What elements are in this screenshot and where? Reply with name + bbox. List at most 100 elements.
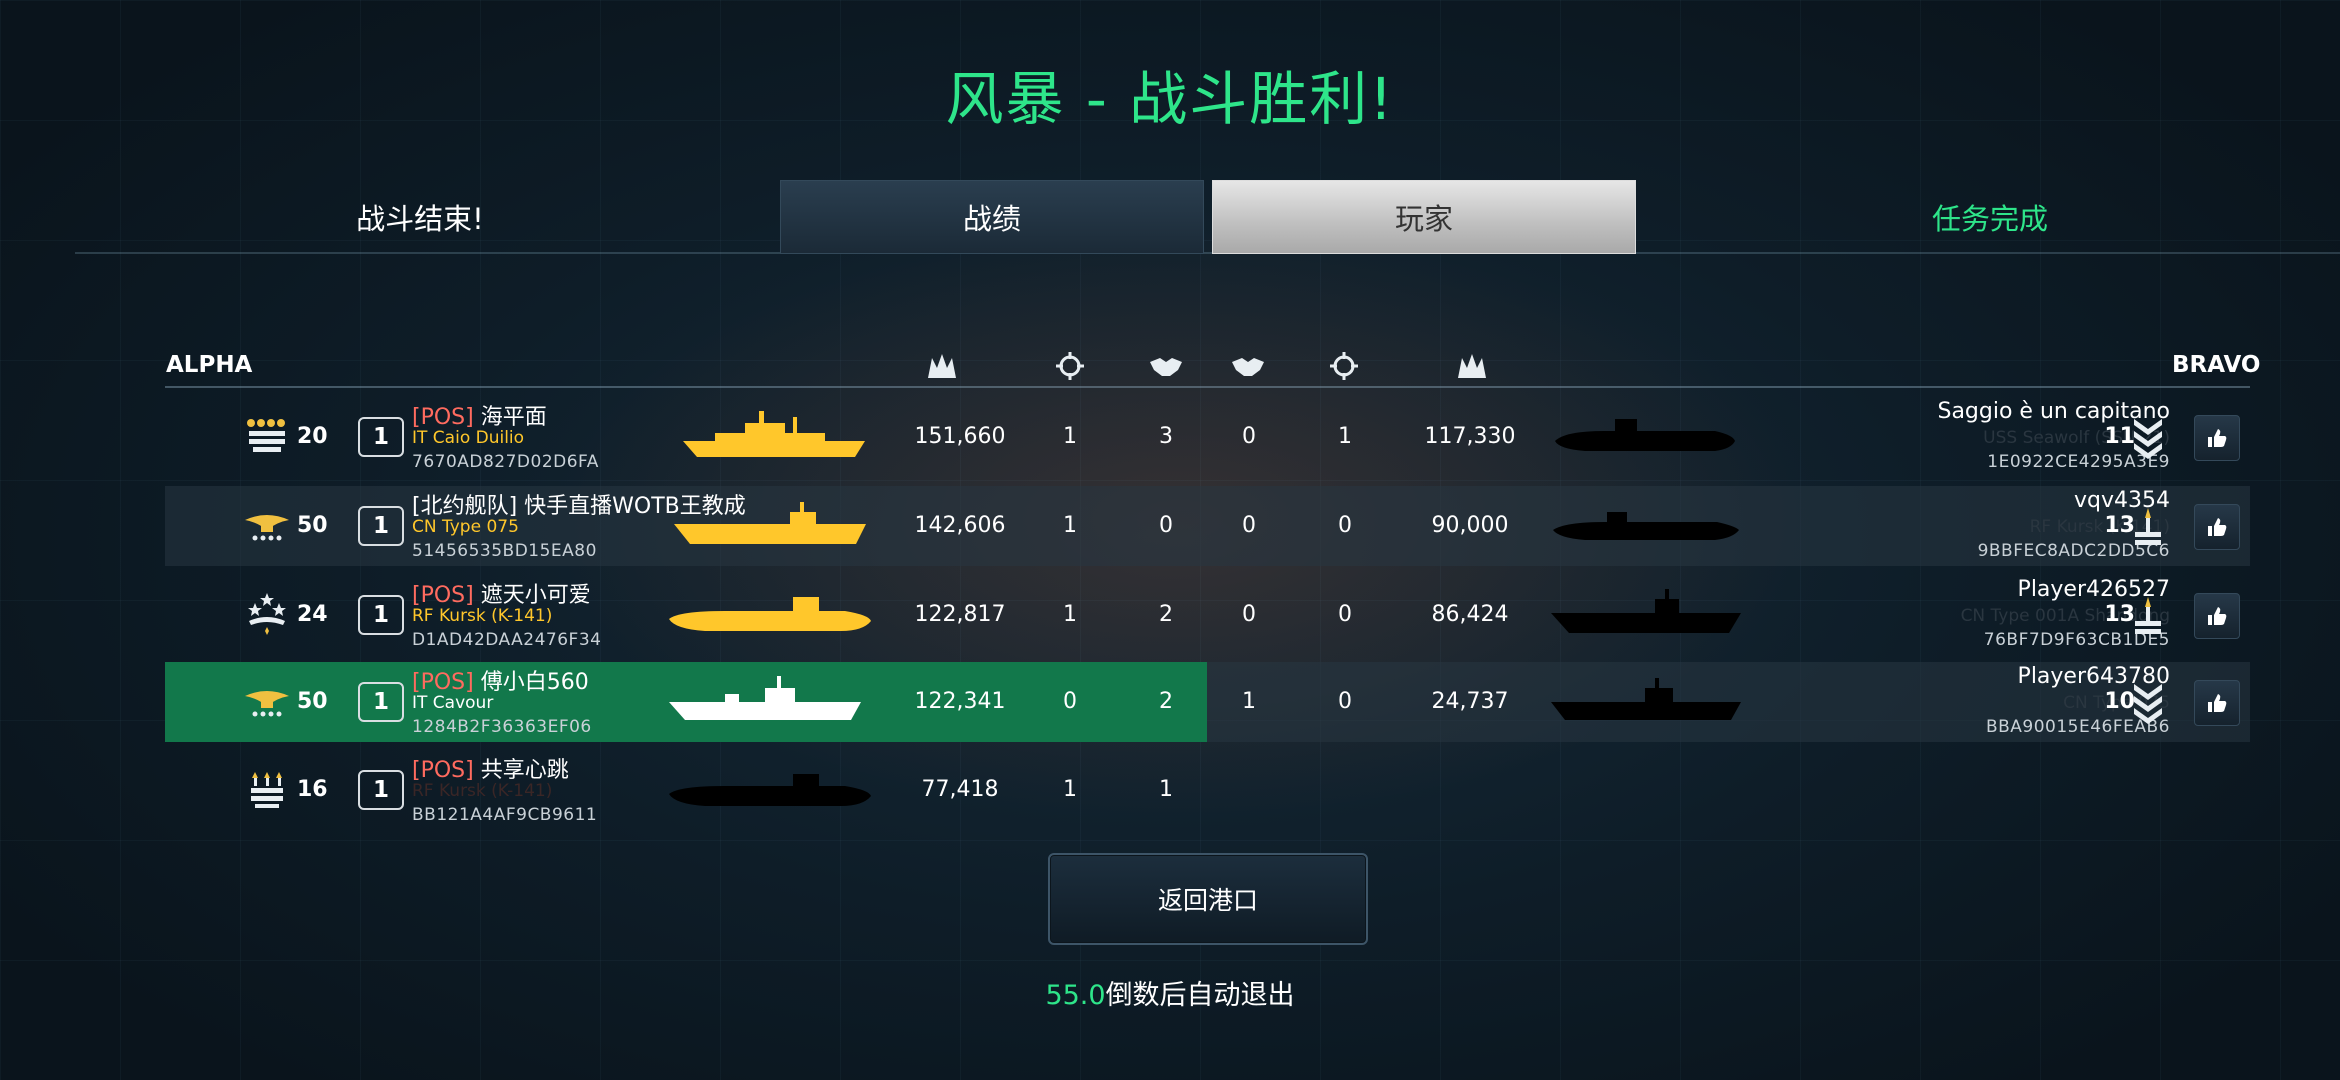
rank-anchor-icon: [2135, 597, 2161, 634]
auto-exit-countdown: 55.0倒数后自动退出: [0, 973, 2340, 1012]
player-name-text: 共享心跳: [480, 758, 569, 783]
enemy-assists-value: 0: [1242, 513, 1256, 538]
damage-value: 122,341: [914, 689, 1006, 714]
player-id: D1AD42DAA2476F34: [412, 630, 602, 650]
player-row: 50 1 [POS] 傅小白560 IT Cavour 1284B2F36363…: [165, 662, 2250, 742]
rank-chevron-icon: [2134, 419, 2162, 459]
player-name: [POS] 傅小白560: [412, 664, 589, 696]
player-ship: CN Type 075: [412, 517, 519, 537]
battle-over-label: 战斗结束!: [356, 202, 484, 236]
enemy-level: 13: [2104, 513, 2135, 538]
enemy-id: 1E0922CE4295A3E9: [1987, 452, 2170, 472]
assists-value: 0: [1159, 513, 1173, 538]
rank-chevron-icon: [2134, 684, 2162, 724]
thumbs-up-button[interactable]: [2194, 593, 2240, 639]
player-id: BB121A4AF9CB9611: [412, 805, 598, 825]
player-id: 7670AD827D02D6FA: [412, 452, 599, 472]
rank-anchor-icon: [2135, 508, 2161, 545]
assist-icon: [1150, 358, 1182, 376]
damage-icon: [1458, 354, 1486, 378]
tab-divider: [75, 252, 2340, 254]
rank-insignia-icon: [247, 419, 285, 452]
thumbs-up-icon: [2208, 429, 2227, 447]
assists-value: 2: [1159, 689, 1173, 714]
assist-icon: [1232, 358, 1264, 376]
player-level: 16: [297, 777, 328, 802]
thumbs-up-icon: [2208, 518, 2227, 536]
squad-number: 1: [358, 682, 404, 722]
clan-tag: [POS]: [412, 670, 474, 695]
enemy-kills-value: 0: [1338, 689, 1352, 714]
squad-number: 1: [358, 506, 404, 546]
player-row: 20 1 [POS] 海平面 IT Caio Duilio 7670AD827D…: [165, 397, 2250, 477]
enemy-assists-value: 1: [1242, 689, 1256, 714]
tab-players[interactable]: 玩家: [1212, 180, 1636, 254]
team-alpha-label: ALPHA: [166, 352, 253, 378]
enemy-assists-value: 0: [1242, 424, 1256, 449]
rank-insignia-icon: [248, 593, 286, 635]
rank-insignia-icon: [245, 691, 289, 717]
crosshair-icon: [1056, 352, 1084, 380]
return-to-port-button[interactable]: 返回港口: [1048, 853, 1368, 945]
player-ship: RF Kursk (K-141): [412, 781, 553, 801]
squad-number: 1: [358, 770, 404, 810]
crosshair-icon: [1330, 352, 1358, 380]
player-level: 50: [297, 513, 328, 538]
tab-stats[interactable]: 战绩: [780, 180, 1204, 254]
clan-tag: [POS]: [412, 758, 474, 783]
countdown-text: 倒数后自动退出: [1105, 980, 1295, 1011]
enemy-damage-value: 24,737: [1431, 689, 1509, 714]
player-id: 51456535BD15EA80: [412, 541, 597, 561]
kills-value: 1: [1063, 777, 1077, 802]
enemy-damage-value: 90,000: [1431, 513, 1509, 538]
damage-icon: [928, 354, 956, 378]
thumbs-up-button[interactable]: [2194, 415, 2240, 461]
enemy-assists-value: 0: [1242, 602, 1256, 627]
squad-number: 1: [358, 417, 404, 457]
enemy-level: 13: [2104, 602, 2135, 627]
enemy-kills-value: 0: [1338, 602, 1352, 627]
rank-insignia-icon: [245, 515, 289, 541]
player-level: 24: [297, 602, 328, 627]
battle-result-title: 风暴 - 战斗胜利!: [945, 65, 1395, 133]
damage-value: 151,660: [914, 424, 1006, 449]
enemy-kills-value: 1: [1338, 424, 1352, 449]
clan-tag: [POS]: [412, 405, 474, 430]
kills-value: 1: [1063, 513, 1077, 538]
ship-silhouette: [669, 676, 861, 720]
player-level: 20: [297, 424, 328, 449]
assists-value: 3: [1159, 424, 1173, 449]
player-level: 50: [297, 689, 328, 714]
ship-silhouette: [669, 774, 871, 806]
player-row: 16 1 [POS] 共享心跳 RF Kursk (K-141) BB121A4…: [165, 750, 2250, 830]
thumbs-up-icon: [2208, 607, 2227, 625]
kills-value: 1: [1063, 602, 1077, 627]
player-name-text: 海平面: [480, 405, 547, 430]
header-divider: [165, 386, 2250, 388]
player-name: [POS] 共享心跳: [412, 752, 569, 784]
damage-value: 142,606: [914, 513, 1006, 538]
enemy-damage-value: 86,424: [1431, 602, 1509, 627]
enemy-name: Saggio è un capitano: [1937, 399, 2170, 424]
squad-number: 1: [358, 595, 404, 635]
team-bravo-label: BRAVO: [2172, 352, 2261, 378]
player-name-text: 傅小白560: [480, 670, 589, 695]
thumbs-up-button[interactable]: [2194, 680, 2240, 726]
rank-insignia-icon: [251, 772, 283, 808]
enemy-name: vqv4354: [2074, 488, 2170, 513]
kills-value: 1: [1063, 424, 1077, 449]
countdown-value: 55.0: [1045, 980, 1106, 1011]
enemy-id: 9BBFEC8ADC2DD5C6: [1977, 541, 2170, 561]
thumbs-up-icon: [2208, 694, 2227, 712]
player-ship: RF Kursk (K-141): [412, 606, 553, 626]
damage-value: 77,418: [921, 777, 999, 802]
enemy-id: 76BF7D9F63CB1DE5: [1983, 630, 2170, 650]
player-name: [POS] 海平面: [412, 399, 547, 431]
enemy-kills-value: 0: [1338, 513, 1352, 538]
ship-silhouette: [669, 597, 871, 631]
player-row: 24 1 [POS] 遮天小可爱 RF Kursk (K-141) D1AD42…: [165, 575, 2250, 655]
player-id: 1284B2F36363EF06: [412, 717, 592, 737]
player-ship: IT Cavour: [412, 693, 494, 713]
enemy-name: Player643780: [2017, 664, 2170, 689]
thumbs-up-button[interactable]: [2194, 504, 2240, 550]
